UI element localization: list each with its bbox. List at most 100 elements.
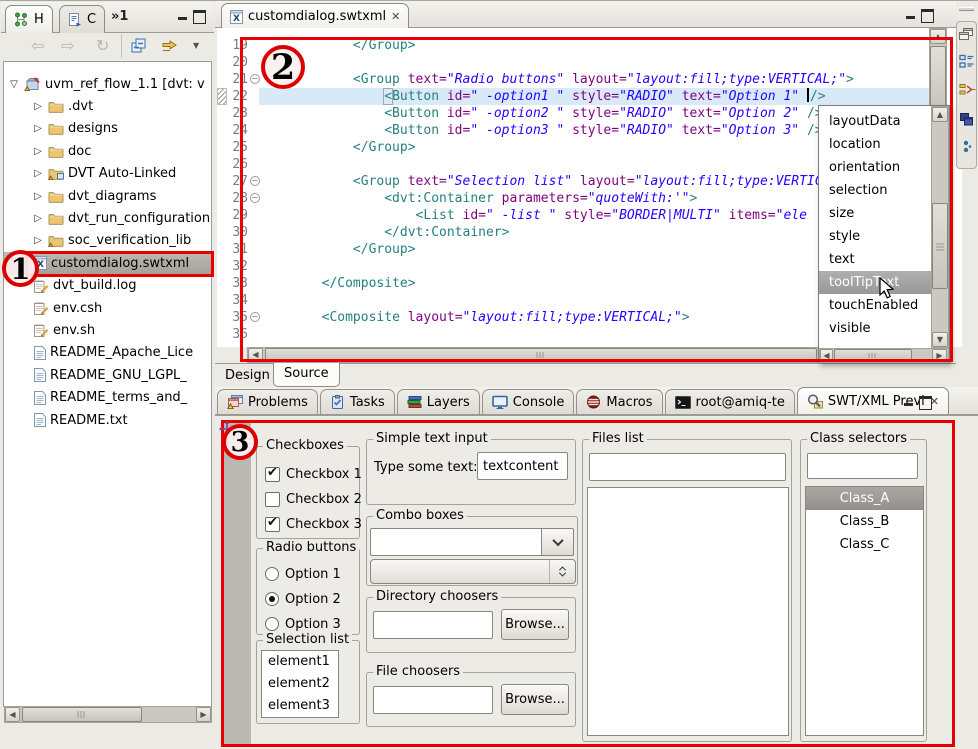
tree-item[interactable]: ▷ designs xyxy=(4,118,211,140)
expander-icon[interactable]: ▷ xyxy=(32,235,44,246)
compile-icon xyxy=(68,12,82,27)
annotation-box-preview xyxy=(221,420,955,747)
tree-item[interactable]: ▷ soc_verification_lib xyxy=(4,230,211,252)
project-tree: ▽uvm_ref_flow_1.1 [dvt: v▷.dvt▷designs▷d… xyxy=(3,61,212,707)
tree-item-label: README_terms_and_ xyxy=(50,390,187,405)
close-icon[interactable] xyxy=(391,9,400,24)
more-views-icon[interactable] xyxy=(962,140,972,155)
minimize-button[interactable] xyxy=(905,10,918,21)
tree-item[interactable]: ▷ .dvt xyxy=(4,95,211,117)
link-with-editor-icon[interactable] xyxy=(161,39,178,53)
scroll-left-icon[interactable]: ◀ xyxy=(5,707,20,722)
drag-handle[interactable] xyxy=(959,7,974,11)
tree-item-label: dvt_run_configuration xyxy=(68,211,210,226)
annotation-badge-2: 2 xyxy=(261,45,305,89)
tree-item[interactable]: env.csh xyxy=(4,297,211,319)
expander-icon[interactable]: ▷ xyxy=(32,146,44,157)
annotation-box-editor xyxy=(240,37,953,362)
explorer-toolbar: ⇦ ⇨ ↻ ▼ xyxy=(1,34,214,60)
minimize-button[interactable] xyxy=(177,11,190,22)
log-file-icon xyxy=(34,323,49,337)
tree-item[interactable]: README_terms_and_ xyxy=(4,386,211,408)
minimized-views xyxy=(956,21,977,169)
xml-file-icon: X xyxy=(230,10,243,24)
collapse-all-icon[interactable] xyxy=(131,38,147,53)
tasks-icon xyxy=(330,395,345,409)
maximize-button[interactable] xyxy=(921,9,934,20)
tree-item-label: .dvt xyxy=(68,99,93,114)
expander-icon[interactable]: ▷ xyxy=(32,101,44,112)
tab-design[interactable]: Design xyxy=(225,368,270,383)
tree-item[interactable]: ▷ DVT Auto-Linked xyxy=(4,163,211,185)
tree-item[interactable]: README_GNU_LGPL_ xyxy=(4,364,211,386)
bottom-tabs: Problems Tasks Layers ConsoleMacros root@ami… xyxy=(217,387,951,414)
editor-tab-title: customdialog.swtxml xyxy=(248,9,386,24)
tab-layers[interactable]: Layers xyxy=(397,389,480,414)
annotation-box-tree-item xyxy=(25,251,214,277)
maximize-button[interactable] xyxy=(193,10,206,21)
tree-item[interactable]: ▷ dvt_run_configuration xyxy=(4,207,211,229)
linked-resources-icon[interactable] xyxy=(959,82,976,97)
expander-icon[interactable]: ▷ xyxy=(32,168,44,179)
editor-tabbar: X customdialog.swtxml xyxy=(215,1,956,28)
tree-item-label: dvt_diagrams xyxy=(68,189,156,204)
tab-hierarchy[interactable]: H xyxy=(5,5,53,33)
tree-item-label: doc xyxy=(68,144,91,159)
view-menu-icon[interactable]: ▼ xyxy=(193,41,199,50)
tree-item[interactable]: env.sh xyxy=(4,319,211,341)
tree-item-label: DVT Auto-Linked xyxy=(68,166,176,181)
annotation-ruler xyxy=(217,28,227,347)
tree-item-label: README_GNU_LGPL_ xyxy=(50,368,187,383)
text-file-icon xyxy=(34,368,46,382)
log-file-icon xyxy=(34,279,49,293)
tab-root-amiq-te[interactable]: root@amiq-te xyxy=(665,389,795,414)
tab-label: Layers xyxy=(427,395,470,410)
scroll-right-icon[interactable]: ▶ xyxy=(196,707,211,722)
restore-view-icon[interactable] xyxy=(959,28,973,41)
tab-label: Tasks xyxy=(350,395,385,410)
scrollbar-thumb[interactable] xyxy=(22,707,142,722)
bottom-tabbar: Problems Tasks Layers ConsoleMacros root@ami… xyxy=(215,387,978,415)
tab-label: root@amiq-te xyxy=(696,395,785,410)
editor-page-tabs: Design Source xyxy=(215,363,956,387)
tree-item-label: env.sh xyxy=(53,323,95,338)
expander-icon[interactable]: ▷ xyxy=(32,213,44,224)
tree-item[interactable]: README_Apache_Lice xyxy=(4,342,211,364)
tree-item-label: soc_verification_lib xyxy=(68,233,191,248)
outline-view-icon[interactable] xyxy=(959,54,975,69)
project-icon xyxy=(24,77,41,91)
hidden-tabs-chevron[interactable]: »1 xyxy=(111,9,128,24)
text-file-icon xyxy=(34,391,46,405)
explorer-hscrollbar[interactable]: ◀ ▶ xyxy=(4,706,212,723)
minimize-button[interactable] xyxy=(903,397,916,408)
back-icon[interactable]: ⇦ xyxy=(31,37,44,55)
log-file-icon xyxy=(34,301,49,315)
tree-item-label: env.csh xyxy=(53,301,102,316)
warned-folder-icon xyxy=(48,234,64,247)
folder-icon xyxy=(48,122,64,135)
expander-icon[interactable]: ▽ xyxy=(8,79,20,90)
tab-compile-order[interactable]: C xyxy=(59,5,105,33)
up-icon[interactable]: ↻ xyxy=(96,37,109,55)
tree-item-label: README_Apache_Lice xyxy=(50,345,193,360)
tree-item[interactable]: ▽ uvm_ref_flow_1.1 [dvt: v xyxy=(4,73,211,95)
tab-tasks[interactable]: Tasks xyxy=(320,389,395,414)
tree-item[interactable]: README.txt xyxy=(4,409,211,431)
tab-label: Problems xyxy=(248,395,308,410)
tree-item-label: uvm_ref_flow_1.1 [dvt: v xyxy=(45,77,205,92)
editor-tab-customdialog[interactable]: X customdialog.swtxml xyxy=(221,3,409,29)
maximize-button[interactable] xyxy=(919,396,932,407)
tree-item[interactable]: ▷ doc xyxy=(4,140,211,162)
toolbar-separator xyxy=(121,34,122,58)
expander-icon[interactable]: ▷ xyxy=(32,123,44,134)
tree-item-label: designs xyxy=(68,121,118,136)
windows-view-icon[interactable] xyxy=(959,112,974,127)
annotation-badge-1: 1 xyxy=(2,250,39,287)
tab-source[interactable]: Source xyxy=(273,363,340,387)
tab-problems[interactable]: Problems xyxy=(217,389,318,414)
tab-console[interactable]: Console xyxy=(482,389,575,414)
forward-icon[interactable]: ⇨ xyxy=(61,37,74,55)
tree-item[interactable]: ▷ dvt_diagrams xyxy=(4,185,211,207)
tab-macros[interactable]: Macros xyxy=(576,389,662,414)
expander-icon[interactable]: ▷ xyxy=(32,191,44,202)
